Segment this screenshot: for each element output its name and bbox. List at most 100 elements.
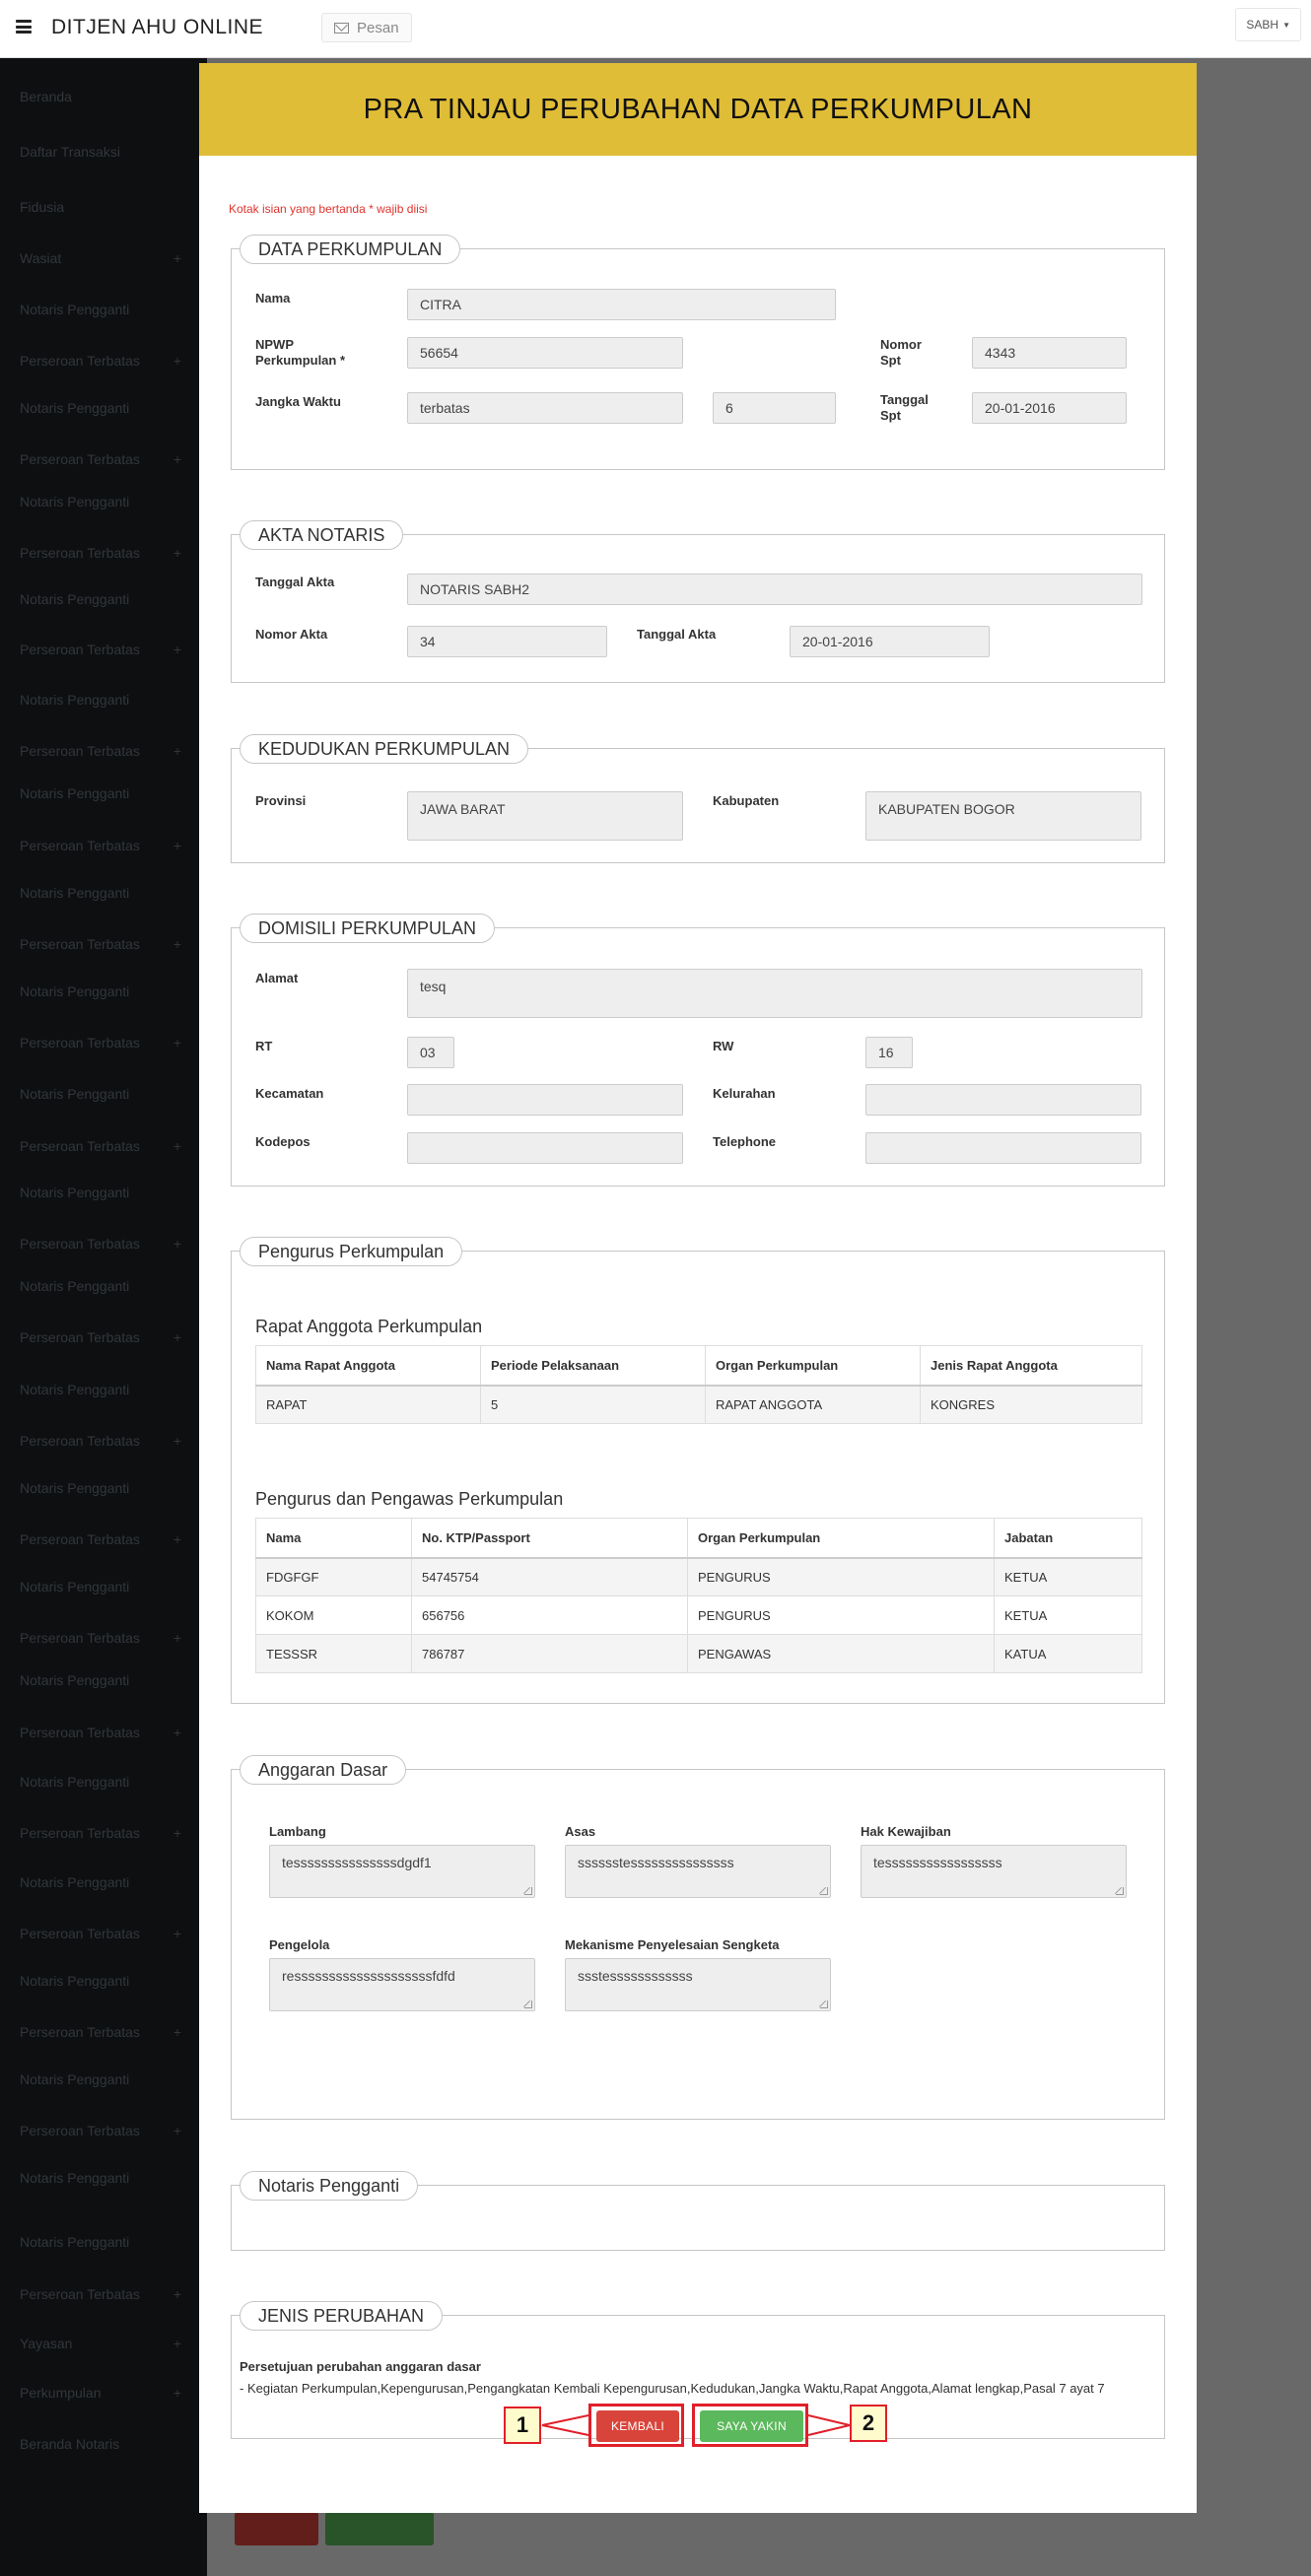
jenis-perubahan-text: - Kegiatan Perkumpulan,Kepengurusan,Peng… [240,2381,1105,2396]
user-label: SABH [1246,18,1279,32]
mekanisme-textarea[interactable]: ssstessssssssssss [565,1958,831,2011]
jenis-perubahan-title: Persetujuan perubahan anggaran dasar [240,2359,481,2374]
legend-jenis-perubahan: JENIS PERUBAHAN [240,2301,444,2331]
table-cell: 656756 [411,1595,688,1635]
table-header-row: Nama No. KTP/Passport Organ Perkumpulan … [255,1518,1142,1559]
fieldset-anggaran-dasar: Anggaran Dasar Lambang tesssssssssssssss… [231,1755,1165,2120]
fieldset-akta-notaris: AKTA NOTARIS Tanggal Akta NOTARIS SABH2 … [231,520,1165,683]
kabupaten-field[interactable]: KABUPATEN BOGOR [865,791,1141,841]
column-header: Organ Perkumpulan [687,1518,995,1559]
table-cell: KETUA [994,1595,1142,1635]
menu-icon[interactable] [16,20,32,34]
table-cell: PENGURUS [687,1557,995,1596]
tanggal-spt-label: Tanggal Spt [880,392,929,423]
table-cell: FDGFGF [255,1557,412,1596]
saya-yakin-highlight [692,2404,808,2447]
pengelola-label: Pengelola [269,1937,330,1952]
asas-textarea[interactable]: sssssstesssssssssssssss [565,1845,831,1898]
lambang-textarea[interactable]: tesssssssssssssssdgdf1 [269,1845,535,1898]
user-menu-button[interactable]: SABH ▼ [1235,8,1301,41]
mekanisme-label: Mekanisme Penyelesaian Sengketa [565,1937,780,1952]
column-header: Jabatan [994,1518,1142,1559]
nomor-spt-field[interactable]: 4343 [972,337,1127,369]
kelurahan-field[interactable] [865,1084,1141,1116]
legend-data-perkumpulan: DATA PERKUMPULAN [240,235,461,264]
kodepos-field[interactable] [407,1132,683,1164]
lambang-label: Lambang [269,1824,326,1839]
alamat-label: Alamat [255,971,299,985]
tanggal-akta-field[interactable]: NOTARIS SABH2 [407,574,1142,605]
modal-header: PRA TINJAU PERUBAHAN DATA PERKUMPULAN [199,63,1197,156]
tanggal-akta-label: Tanggal Akta [255,575,335,589]
telephone-field[interactable] [865,1132,1141,1164]
brand-title[interactable]: DITJEN AHU ONLINE [51,16,263,39]
column-header: Nama Rapat Anggota [255,1345,481,1387]
kecamatan-field[interactable] [407,1084,683,1116]
table-header-row: Nama Rapat Anggota Periode Pelaksanaan O… [255,1345,1142,1387]
table-cell: KONGRES [920,1385,1142,1424]
preview-modal: PRA TINJAU PERUBAHAN DATA PERKUMPULAN Ko… [199,63,1197,2513]
fieldset-notaris-pengganti: Notaris Pengganti [231,2171,1165,2251]
jangka-waktu-number-field[interactable]: 6 [713,392,836,424]
npwp-label: NPWP Perkumpulan * [255,337,346,368]
pengelola-textarea[interactable]: ressssssssssssssssssssfdfd [269,1958,535,2011]
table-cell: 786787 [411,1634,688,1673]
table-cell: PENGURUS [687,1595,995,1635]
asas-label: Asas [565,1824,596,1839]
fieldset-pengurus: Pengurus Perkumpulan Rapat Anggota Perku… [231,1237,1165,1704]
legend-anggaran-dasar: Anggaran Dasar [240,1755,407,1785]
column-header: Nama [255,1518,412,1559]
pesan-button[interactable]: Pesan [321,13,412,42]
table-cell: KETUA [994,1557,1142,1596]
kembali-highlight [588,2404,684,2447]
column-header: Jenis Rapat Anggota [920,1345,1142,1387]
rapat-anggota-table: Nama Rapat Anggota Periode Pelaksanaan O… [255,1345,1142,1424]
table-row: TESSSR 786787 PENGAWAS KATUA [255,1634,1142,1673]
hak-kewajiban-label: Hak Kewajiban [861,1824,951,1839]
fieldset-data-perkumpulan: DATA PERKUMPULAN Nama CITRA NPWP Perkump… [231,235,1165,470]
pengawas-title: Pengurus dan Pengawas Perkumpulan [255,1489,564,1509]
table-cell: TESSSR [255,1634,412,1673]
rw-label: RW [713,1039,734,1053]
rt-field[interactable]: 03 [407,1037,454,1068]
legend-kedudukan: KEDUDUKAN PERKUMPULAN [240,734,529,764]
callout-1: 1 [504,2407,541,2444]
table-cell: KATUA [994,1634,1142,1673]
alamat-field[interactable]: tesq [407,969,1142,1018]
required-note: Kotak isian yang bertanda * wajib diisi [229,202,428,216]
table-cell: 5 [480,1385,706,1424]
rt-label: RT [255,1039,273,1053]
nama-field[interactable]: CITRA [407,289,836,320]
tanggal-spt-field[interactable]: 20-01-2016 [972,392,1127,424]
column-header: Organ Perkumpulan [705,1345,921,1387]
npwp-field[interactable]: 56654 [407,337,683,369]
pengawas-table: Nama No. KTP/Passport Organ Perkumpulan … [255,1518,1142,1673]
envelope-icon [334,22,349,34]
fieldset-kedudukan: KEDUDUKAN PERKUMPULAN Provinsi JAWA BARA… [231,734,1165,863]
pesan-label: Pesan [357,19,399,36]
nomor-akta-field[interactable]: 34 [407,626,607,657]
tanggal-akta-2-field[interactable]: 20-01-2016 [790,626,990,657]
modal-title: PRA TINJAU PERUBAHAN DATA PERKUMPULAN [363,93,1033,125]
kabupaten-label: Kabupaten [713,793,780,808]
provinsi-field[interactable]: JAWA BARAT [407,791,683,841]
kelurahan-label: Kelurahan [713,1086,776,1101]
legend-pengurus: Pengurus Perkumpulan [240,1237,463,1266]
column-header: No. KTP/Passport [411,1518,688,1559]
table-row: RAPAT 5 RAPAT ANGGOTA KONGRES [255,1385,1142,1424]
table-cell: RAPAT ANGGOTA [705,1385,921,1424]
jangka-waktu-field[interactable]: terbatas [407,392,683,424]
nomor-spt-label: Nomor Spt [880,337,922,368]
legend-akta-notaris: AKTA NOTARIS [240,520,404,550]
nomor-akta-label: Nomor Akta [255,627,328,642]
column-header: Periode Pelaksanaan [480,1345,706,1387]
table-row: KOKOM 656756 PENGURUS KETUA [255,1595,1142,1635]
table-row: FDGFGF 54745754 PENGURUS KETUA [255,1557,1142,1596]
top-navbar: DITJEN AHU ONLINE Pesan SABH ▼ [0,0,1311,58]
kecamatan-label: Kecamatan [255,1086,324,1101]
hak-kewajiban-textarea[interactable]: tesssssssssssssssss [861,1845,1127,1898]
rapat-anggota-title: Rapat Anggota Perkumpulan [255,1317,483,1336]
rw-field[interactable]: 16 [865,1037,913,1068]
jangka-waktu-label: Jangka Waktu [255,394,341,409]
table-cell: 54745754 [411,1557,688,1596]
